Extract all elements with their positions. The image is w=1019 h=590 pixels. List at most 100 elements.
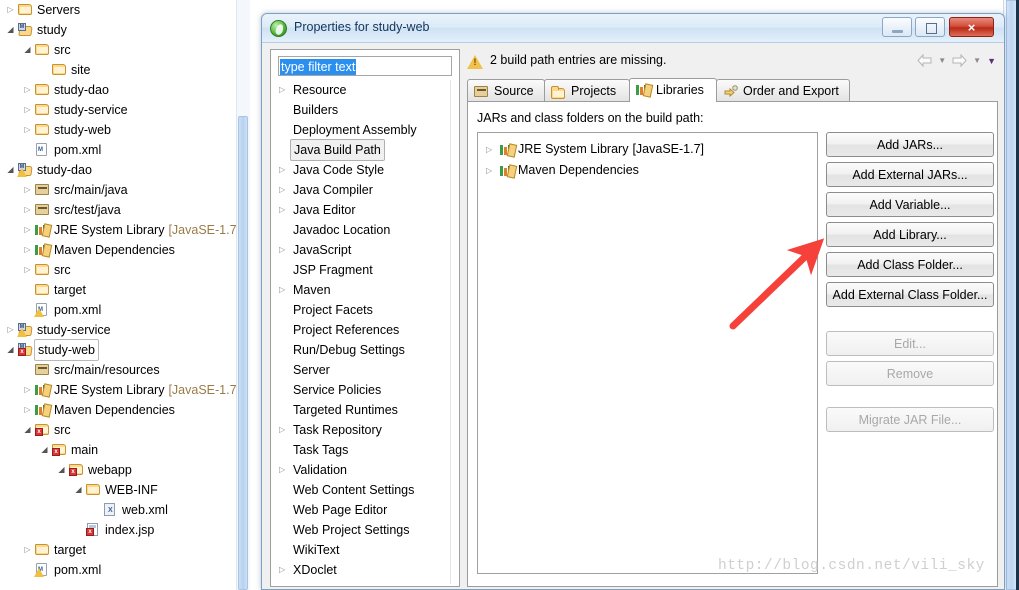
back-dropdown-caret-icon[interactable]: ▼ xyxy=(938,56,946,65)
expand-caret-icon[interactable]: ▷ xyxy=(279,180,291,200)
settings-item[interactable]: ▷ Validation xyxy=(273,460,449,480)
project-tree-item[interactable]: ▷ src xyxy=(0,260,250,280)
collapse-caret-icon[interactable]: ◢ xyxy=(72,480,85,500)
project-tree-item[interactable]: ◢ Mstudy-dao xyxy=(0,160,250,180)
project-tree-item[interactable]: ▷ JRE System Library [JavaSE-1.7] xyxy=(0,220,250,240)
settings-item[interactable]: Run/Debug Settings xyxy=(273,340,449,360)
project-tree-item[interactable]: ▷ Mstudy-service xyxy=(0,320,250,340)
project-tree-item[interactable]: ▷ src/main/java xyxy=(0,180,250,200)
settings-item[interactable]: Task Tags xyxy=(273,440,449,460)
expand-caret-icon[interactable]: ▷ xyxy=(486,139,499,160)
dialog-title-bar[interactable]: Properties for study-web × xyxy=(262,14,1004,43)
settings-item[interactable]: Web Page Editor xyxy=(273,500,449,520)
settings-item[interactable]: ▷ Maven xyxy=(273,280,449,300)
button-add-external-class-folder[interactable]: Add External Class Folder... xyxy=(826,282,994,307)
button-add-variable[interactable]: Add Variable... xyxy=(826,192,994,217)
expand-caret-icon[interactable]: ▷ xyxy=(279,200,291,220)
collapse-caret-icon[interactable]: ◢ xyxy=(55,460,68,480)
settings-item[interactable]: ▷ Task Repository xyxy=(273,420,449,440)
expand-caret-icon[interactable]: ▷ xyxy=(21,540,34,560)
expand-caret-icon[interactable]: ▷ xyxy=(279,420,291,440)
settings-item[interactable]: Java Build Path xyxy=(273,139,449,161)
collapse-caret-icon[interactable]: ◢ xyxy=(21,420,34,440)
button-add-jars[interactable]: Add JARs... xyxy=(826,132,994,157)
settings-item[interactable]: ▷ Resource xyxy=(273,80,449,100)
settings-item[interactable]: Javadoc Location xyxy=(273,220,449,240)
project-tree-item[interactable]: ◢ src xyxy=(0,40,250,60)
collapse-caret-icon[interactable]: ◢ xyxy=(4,340,17,360)
expand-caret-icon[interactable]: ▷ xyxy=(279,280,291,300)
expand-caret-icon[interactable]: ▷ xyxy=(4,0,17,20)
expand-caret-icon[interactable]: ▷ xyxy=(21,100,34,120)
settings-item[interactable]: Builders xyxy=(273,100,449,120)
expand-caret-icon[interactable]: ▷ xyxy=(21,180,34,200)
project-tree-item[interactable]: site xyxy=(0,60,250,80)
filter-input[interactable]: type filter text xyxy=(278,56,452,76)
close-button[interactable]: × xyxy=(949,17,994,37)
settings-item[interactable]: JSP Fragment xyxy=(273,260,449,280)
expand-caret-icon[interactable]: ▷ xyxy=(4,320,17,340)
project-tree-item[interactable]: target xyxy=(0,280,250,300)
project-tree-item[interactable]: src/main/resources xyxy=(0,360,250,380)
expand-caret-icon[interactable]: ▷ xyxy=(21,120,34,140)
maximize-button[interactable] xyxy=(915,17,945,37)
explorer-scrollbar-thumb[interactable] xyxy=(238,116,248,590)
settings-item[interactable]: ▷ Java Compiler xyxy=(273,180,449,200)
project-tree-item[interactable]: ▷ Maven Dependencies xyxy=(0,400,250,420)
package-explorer[interactable]: ▷ Servers ◢ Mstudy ◢ src site ▷ study-dao ▷ study-… xyxy=(0,0,250,590)
project-tree-item[interactable]: ▷ study-service xyxy=(0,100,250,120)
project-tree-item[interactable]: ▷ Servers xyxy=(0,0,250,20)
project-tree-item[interactable]: ◢ Mstudy xyxy=(0,20,250,40)
project-tree-item[interactable]: ▷ study-dao xyxy=(0,80,250,100)
collapse-caret-icon[interactable]: ◢ xyxy=(4,20,17,40)
expand-caret-icon[interactable]: ▷ xyxy=(279,160,291,180)
expand-caret-icon[interactable]: ▷ xyxy=(279,560,291,580)
expand-caret-icon[interactable]: ▷ xyxy=(279,240,291,260)
settings-item[interactable]: Deployment Assembly xyxy=(273,120,449,140)
expand-caret-icon[interactable]: ▷ xyxy=(279,80,291,100)
settings-tree[interactable]: ▷ Resource Builders Deployment Assembly Java… xyxy=(273,80,449,584)
project-tree-item[interactable]: ▷ study-web xyxy=(0,120,250,140)
expand-caret-icon[interactable]: ▷ xyxy=(21,380,34,400)
project-tree-item[interactable]: ◢ Mx study-web xyxy=(0,339,250,361)
settings-item[interactable]: Web Content Settings xyxy=(273,480,449,500)
settings-item[interactable]: Project Facets xyxy=(273,300,449,320)
project-tree-item[interactable]: Mpom.xml xyxy=(0,560,250,580)
expand-caret-icon[interactable]: ▷ xyxy=(21,200,34,220)
tab-source[interactable]: Source xyxy=(467,79,545,102)
expand-caret-icon[interactable]: ▷ xyxy=(21,400,34,420)
expand-caret-icon[interactable]: ▷ xyxy=(21,220,34,240)
expand-caret-icon[interactable]: ▷ xyxy=(21,240,34,260)
button-add-external-jars[interactable]: Add External JARs... xyxy=(826,162,994,187)
project-tree-item[interactable]: ▷ target xyxy=(0,540,250,560)
settings-item[interactable]: Web Project Settings xyxy=(273,520,449,540)
expand-caret-icon[interactable]: ▷ xyxy=(21,260,34,280)
collapse-caret-icon[interactable]: ◢ xyxy=(4,160,17,180)
forward-arrow-icon[interactable] xyxy=(952,54,967,67)
project-tree-item[interactable]: Mpom.xml xyxy=(0,140,250,160)
collapse-caret-icon[interactable]: ◢ xyxy=(21,40,34,60)
project-tree-item[interactable]: ▷ JRE System Library [JavaSE-1.7] xyxy=(0,380,250,400)
project-tree-item[interactable]: ◢ WEB-INF xyxy=(0,480,250,500)
back-arrow-icon[interactable] xyxy=(917,54,932,67)
page-nav-controls[interactable]: ▼ ▼ ▼ xyxy=(917,54,996,67)
tab-libraries[interactable]: Libraries xyxy=(629,78,717,102)
project-tree-item[interactable]: Mpom.xml xyxy=(0,300,250,320)
project-tree-item[interactable]: Xweb.xml xyxy=(0,500,250,520)
page-menu-caret-icon[interactable]: ▼ xyxy=(987,56,996,66)
library-list-item[interactable]: ▷ JRE System Library [JavaSE-1.7] xyxy=(478,139,817,160)
button-add-class-folder[interactable]: Add Class Folder... xyxy=(826,252,994,277)
libraries-list[interactable]: ▷ JRE System Library [JavaSE-1.7] ▷ Maven De… xyxy=(477,132,818,574)
settings-item[interactable]: ▷ JavaScript xyxy=(273,240,449,260)
settings-item[interactable]: ▷ Java Editor xyxy=(273,200,449,220)
expand-caret-icon[interactable]: ▷ xyxy=(21,80,34,100)
settings-item[interactable]: Project References xyxy=(273,320,449,340)
settings-item[interactable]: Server xyxy=(273,360,449,380)
button-add-library[interactable]: Add Library... xyxy=(826,222,994,247)
minimize-button[interactable] xyxy=(882,17,912,37)
project-tree-item[interactable]: ▷ src/test/java xyxy=(0,200,250,220)
settings-item[interactable]: Service Policies xyxy=(273,380,449,400)
build-path-tabs[interactable]: Source Projects Libraries Order and Export xyxy=(467,78,998,102)
expand-caret-icon[interactable]: ▷ xyxy=(279,460,291,480)
project-tree-item[interactable]: ◢ x webapp xyxy=(0,460,250,480)
